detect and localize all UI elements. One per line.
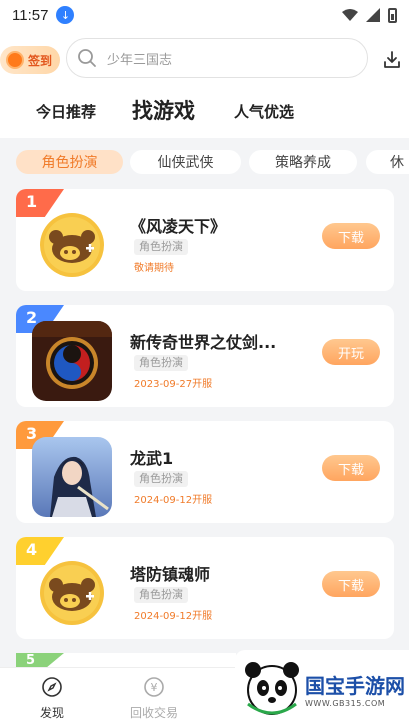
status-bar: 11:57 ↓ [0, 0, 409, 30]
signin-label: 签到 [28, 53, 53, 68]
default-app-icon [32, 205, 112, 285]
search-placeholder: 少年三国志 [107, 52, 173, 68]
search-icon [78, 49, 96, 67]
game-genre-tag: 角色扮演 [134, 587, 188, 603]
battery-icon [388, 7, 397, 23]
header: 签到 少年三国志 今日推荐 找游戏 人气优选 [0, 30, 409, 138]
category-leisure[interactable]: 休 [366, 150, 409, 174]
game-genre-tag: 角色扮演 [134, 355, 188, 371]
category-xianxia-wuxia[interactable]: 仙侠武侠 [130, 150, 241, 174]
nav-recycle-trade[interactable]: ¥ 回收交易 [124, 676, 184, 721]
default-app-icon [32, 553, 112, 633]
download-button[interactable]: 下载 [322, 455, 380, 481]
wifi-icon [342, 9, 358, 21]
svg-text:¥: ¥ [151, 681, 158, 694]
game-release-date: 2024-09-12开服 [134, 611, 213, 622]
status-time: 11:57 [12, 6, 49, 24]
download-manager-icon[interactable] [382, 50, 402, 70]
game-title: 塔防镇魂师 [130, 565, 211, 584]
legend-world-icon [32, 321, 112, 401]
game-genre-tag: 角色扮演 [134, 471, 188, 487]
download-button[interactable]: 下载 [322, 571, 380, 597]
discover-icon [42, 677, 62, 697]
game-title: 新传奇世界之仗剑... [130, 333, 277, 352]
tab-popular-picks[interactable]: 人气优选 [234, 101, 294, 122]
watermark-title: 国宝手游网 [305, 675, 405, 698]
category-pills: 角色扮演 仙侠武侠 策略养成 休 [0, 146, 409, 180]
nav-discover[interactable]: 发现 [22, 676, 82, 721]
search-input[interactable]: 少年三国志 [66, 38, 368, 78]
play-button[interactable]: 开玩 [322, 339, 380, 365]
panda-logo-icon [245, 661, 299, 715]
nav-discover-label: 发现 [39, 706, 64, 720]
game-release-date: 2024-09-12开服 [134, 495, 213, 506]
game-title: 《风凌天下》 [130, 217, 227, 236]
longwu-icon [32, 437, 112, 517]
game-title: 龙武1 [130, 449, 174, 468]
game-card[interactable]: 3 龙武1 角色扮演 2024-09-12开服 下载 [16, 421, 394, 523]
category-role-playing[interactable]: 角色扮演 [16, 150, 123, 174]
signin-button[interactable]: 签到 [0, 46, 60, 74]
download-notification-icon: ↓ [56, 6, 75, 24]
game-card[interactable]: 2 新传奇世界之仗剑... 角色扮演 2023-09-27开服 开玩 [16, 305, 394, 407]
game-genre-tag: 角色扮演 [134, 239, 188, 255]
game-card[interactable]: 4 塔防镇魂师 角色扮演 2024-09-12开服 下载 [16, 537, 394, 639]
watermark-url: WWW.GB315.COM [305, 698, 386, 708]
signal-icon [366, 8, 380, 22]
game-release-date: 敬请期待 [134, 263, 174, 274]
top-tabs: 今日推荐 找游戏 人气优选 [0, 92, 409, 132]
game-release-date: 2023-09-27开服 [134, 379, 213, 390]
category-strategy[interactable]: 策略养成 [249, 150, 357, 174]
tab-today-recommend[interactable]: 今日推荐 [36, 101, 96, 122]
download-button[interactable]: 下载 [322, 223, 380, 249]
tab-find-games[interactable]: 找游戏 [132, 95, 195, 125]
game-card[interactable]: 1 《风凌天下》 角色扮演 敬请期待 下载 [16, 189, 394, 291]
nav-recycle-trade-label: 回收交易 [129, 706, 178, 720]
coin-icon [6, 51, 24, 69]
site-watermark: 国宝手游网 WWW.GB315.COM [235, 650, 409, 727]
recycle-trade-icon: ¥ [144, 677, 164, 697]
